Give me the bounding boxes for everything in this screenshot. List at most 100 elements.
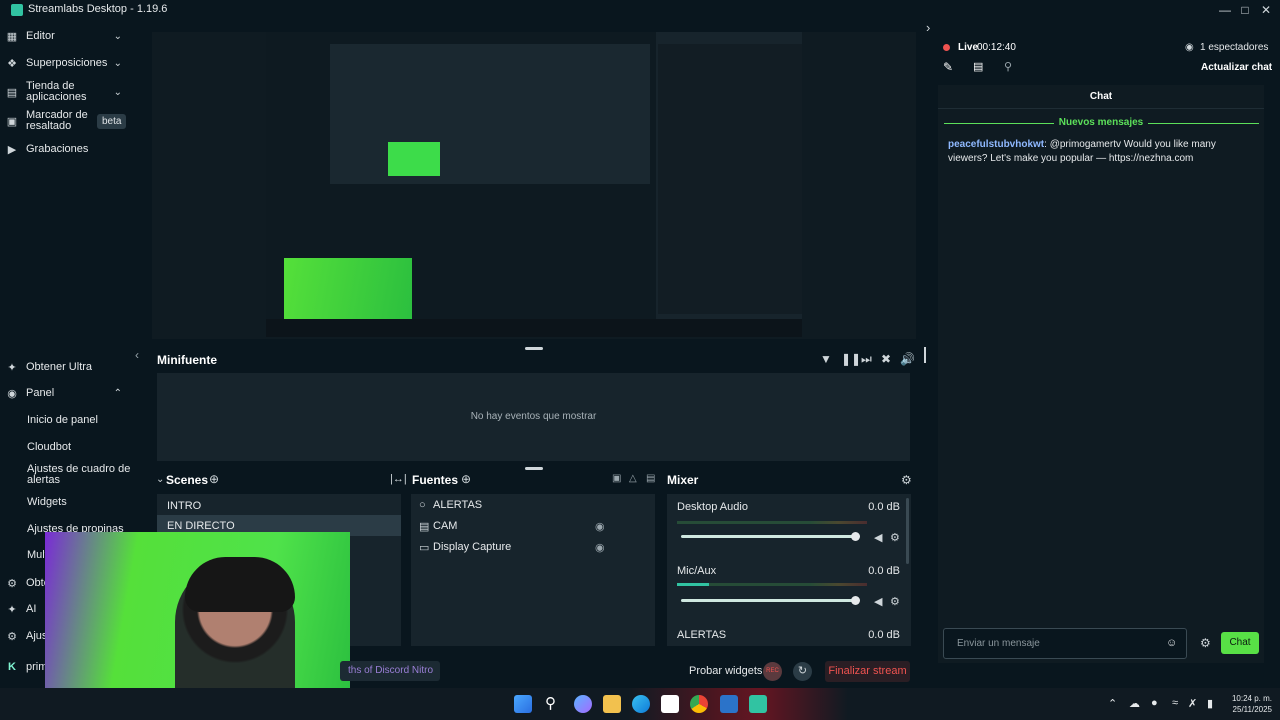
sidebar-item-recordings[interactable]: ▶ Grabaciones [0,143,134,156]
globe-icon: ○ [419,499,426,511]
chrome-icon[interactable] [690,695,708,713]
audio-meter [677,521,867,524]
mixer-channel-name: Desktop Audio [677,501,748,513]
source-item[interactable]: ALERTAS [433,499,482,511]
pause-icon[interactable]: ❚❚ [841,352,861,366]
source-item[interactable]: Display Capture [433,541,511,553]
copilot-icon[interactable] [574,695,592,713]
sidebar-sub-alertbox[interactable]: Ajustes de cuadro de alertas [27,464,130,486]
microphone-icon[interactable]: ● [1151,697,1158,709]
sidebar-item-ultra[interactable]: ✦ Obtener Ultra [0,361,134,374]
photos-icon[interactable] [720,695,738,713]
mixer-panel: Desktop Audio 0.0 dB ◀ ⚙ Mic/Aux 0.0 dB … [667,494,911,646]
add-scene-icon[interactable]: ⊕ [209,472,219,486]
chevron-up-icon[interactable]: ⌃ [1108,697,1117,710]
gear-icon[interactable]: ⚙ [890,595,900,608]
streamlabs-taskbar-icon[interactable] [749,695,767,713]
windows-start-icon[interactable] [514,695,532,713]
scene-transitions-icon[interactable]: |↔| [390,473,407,485]
chat-username[interactable]: peacefulstubvhokwt [948,139,1044,150]
clock-time[interactable]: 10:24 p. m. [1224,694,1272,703]
volume-icon[interactable]: ◀ [874,595,882,608]
volume-slider[interactable] [681,599,856,602]
promo-banner[interactable]: ths of Discord Nitro [340,661,440,681]
mixer-title: Mixer [667,473,699,487]
share-icon[interactable]: ⚲ [1004,60,1012,73]
expand-chat-icon[interactable]: › [926,20,930,35]
sidebar-sub-cloudbot[interactable]: Cloudbot [27,442,71,453]
store-icon[interactable] [661,695,679,713]
sidebar-sub-widgets[interactable]: Widgets [27,497,67,508]
folder-icon[interactable]: ▤ [973,60,983,73]
sidebar-item-overlays[interactable]: ❖ Superposiciones ⌄ [0,57,134,70]
editor-icon: ▦ [6,30,18,43]
chat-message: peacefulstubvhokwt: @primogamertv Would … [948,138,1248,166]
chat-settings-icon[interactable]: ⚙ [1200,636,1211,650]
lock-icon[interactable]: ◉ [595,520,605,533]
source-mic-icon[interactable]: △ [629,473,637,484]
sidebar-item-editor[interactable]: ▦ Editor ⌄ [0,30,134,43]
divider [944,123,1054,124]
battery-icon[interactable]: ▮ [1207,697,1213,710]
speaker-muted-icon[interactable]: ✗ [1188,697,1197,710]
mute-alerts-icon[interactable]: ✖ [881,352,891,366]
record-button[interactable]: REC [763,662,782,681]
add-source-icon[interactable]: ⊕ [461,472,471,486]
app-logo-icon [11,4,23,16]
mixer-settings-icon[interactable]: ⚙ [901,473,912,487]
send-chat-button[interactable]: Chat [1221,632,1259,654]
monitor-icon: ▭ [419,542,430,554]
filter-icon[interactable]: ▼ [820,352,832,366]
clock-date[interactable]: 25/11/2025 [1224,705,1272,714]
sidebar-item-panel[interactable]: ◉ Panel ⌃ [0,387,134,400]
source-layers-icon[interactable]: ▣ [612,473,621,484]
search-icon[interactable]: ⚲ [545,694,556,712]
collapse-sidebar-icon[interactable]: ‹ [135,348,139,362]
skip-icon[interactable]: ⏭ [861,352,872,367]
volume-slider-knob[interactable] [851,532,860,541]
volume-icon[interactable]: ◀ [874,531,882,544]
mixer-channel-name: ALERTAS [677,629,727,641]
eye-icon: ◉ [1185,42,1194,53]
sidebar-sub-home[interactable]: Inicio de panel [27,415,98,426]
overlays-icon: ❖ [7,57,17,70]
file-explorer-icon[interactable] [603,695,621,713]
sidebar-item-app-store[interactable]: ▤ Tienda de aplicaciones ⌄ [0,80,134,104]
scenes-collapse-icon[interactable]: ⌄ [156,474,164,485]
close-icon[interactable]: ✕ [1256,1,1276,19]
chevron-down-icon: ⌄ [113,57,122,69]
sidebar-item-highlighter[interactable]: ▣ Marcador de resaltado beta [0,109,134,133]
end-stream-button[interactable]: Finalizar stream [825,661,910,682]
volume-slider-knob[interactable] [851,596,860,605]
chevron-down-icon: ⌄ [113,30,122,42]
chat-input[interactable]: Enviar un mensaje ☺ [943,628,1187,659]
scene-item[interactable]: INTRO [167,500,201,512]
chevron-down-icon: ⌄ [113,86,122,98]
replay-buffer-icon[interactable]: ↻ [793,662,812,681]
window-title: Streamlabs Desktop - 1.19.6 [28,3,168,15]
title-bar: Streamlabs Desktop - 1.19.6 — □ ✕ [0,0,1280,20]
ultra-icon: ✦ [7,361,17,374]
resize-handle[interactable] [525,467,543,470]
edit-icon[interactable]: ✎ [943,60,953,74]
test-widgets-label[interactable]: Probar widgets [689,665,762,677]
dashboard-icon: ◉ [7,387,17,400]
gear-icon[interactable]: ⚙ [890,531,900,544]
empty-events-text: No hay eventos que mostrar [470,411,597,422]
source-item[interactable]: CAM [433,520,457,532]
cloud-icon[interactable]: ☁ [1129,697,1140,710]
maximize-icon[interactable]: □ [1235,1,1255,19]
volume-slider[interactable] [681,535,856,538]
emoji-icon[interactable]: ☺ [1166,637,1177,649]
edge-icon[interactable] [632,695,650,713]
minimize-icon[interactable]: — [1215,1,1235,19]
folder-icon[interactable]: ▤ [646,473,655,484]
refresh-chat-button[interactable]: Actualizar chat [1201,62,1272,73]
lock-icon[interactable]: ◉ [595,541,605,554]
mixer-scrollbar[interactable] [906,498,909,564]
volume-icon[interactable]: 🔊 [900,352,915,366]
chat-panel: Chat Nuevos mensajes peacefulstubvhokwt:… [938,85,1264,663]
scrollbar[interactable] [924,347,926,363]
store-icon: ▤ [6,86,18,99]
wifi-icon[interactable]: ≈ [1172,697,1178,709]
